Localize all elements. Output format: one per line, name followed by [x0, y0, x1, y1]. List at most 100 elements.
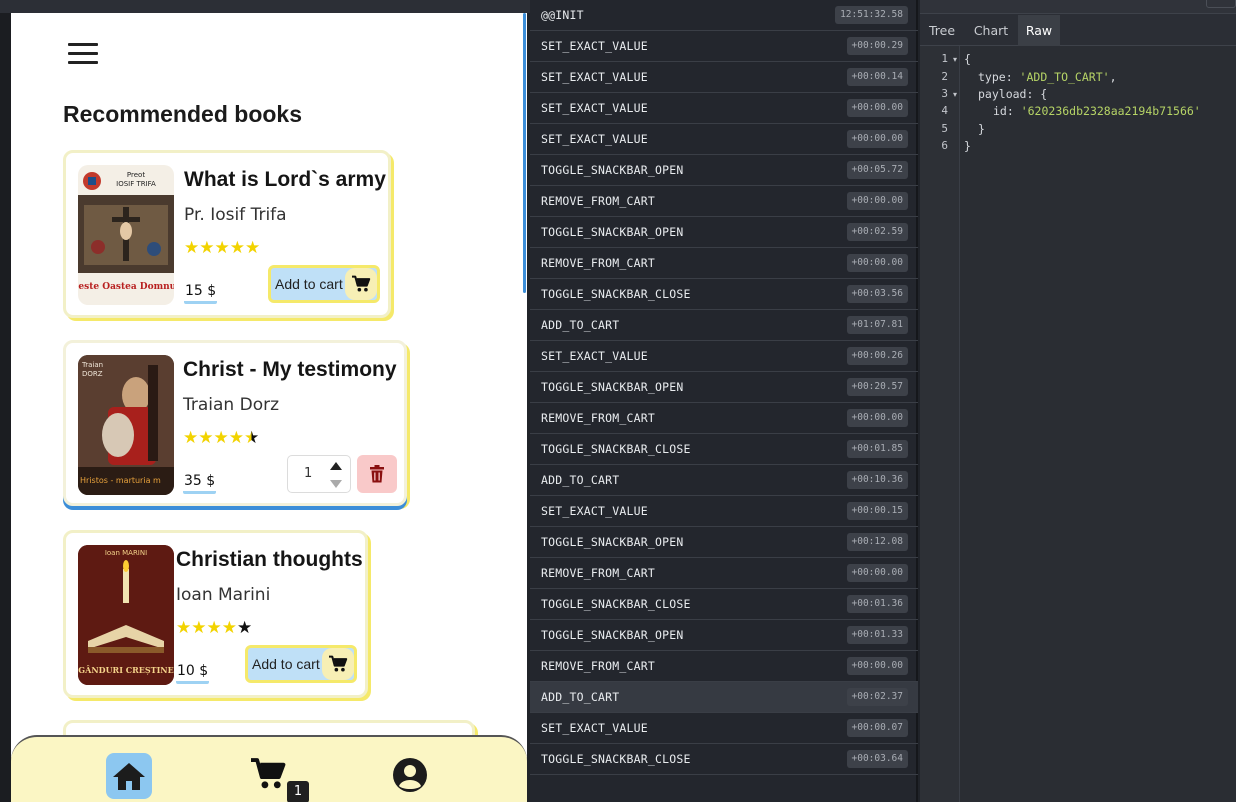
- tab-chart[interactable]: Chart: [966, 15, 1016, 46]
- star-icon: ★: [206, 618, 222, 638]
- action-row[interactable]: TOGGLE_SNACKBAR_OPEN +00:01.33: [530, 620, 918, 651]
- svg-text:Traian: Traian: [81, 361, 103, 369]
- tab-tree[interactable]: Tree: [920, 15, 964, 46]
- code-key: id:: [993, 104, 1021, 118]
- action-row[interactable]: TOGGLE_SNACKBAR_CLOSE +00:03.64: [530, 744, 918, 775]
- book-cover[interactable]: Preot IOSIF TRIFA Ce este Oastea Domnulu…: [78, 165, 174, 305]
- tab-raw[interactable]: Raw: [1018, 15, 1060, 46]
- remove-from-cart-button[interactable]: [357, 455, 397, 493]
- code-string: '620236db2328aa2194b71566': [1020, 104, 1201, 118]
- book-cover[interactable]: Ioan MARINI GÂNDURI CREȘTINE: [78, 545, 174, 685]
- add-to-cart-button[interactable]: Add to cart: [245, 645, 357, 683]
- action-row[interactable]: REMOVE_FROM_CART +00:00.00: [530, 558, 918, 589]
- add-to-cart-button[interactable]: Add to cart: [268, 265, 380, 303]
- action-row[interactable]: ADD_TO_CART +00:10.36: [530, 465, 918, 496]
- action-row[interactable]: @@INIT 12:51:32.58: [530, 0, 918, 31]
- action-row[interactable]: SET_EXACT_VALUE +00:00.26: [530, 341, 918, 372]
- action-row[interactable]: REMOVE_FROM_CART +00:00.00: [530, 651, 918, 682]
- cart-badge: 1: [287, 781, 309, 802]
- action-row[interactable]: TOGGLE_SNACKBAR_CLOSE +00:01.36: [530, 589, 918, 620]
- action-time-badge: +00:00.00: [846, 564, 908, 582]
- action-name: TOGGLE_SNACKBAR_CLOSE: [541, 442, 691, 456]
- action-time-badge: +00:00.26: [846, 347, 908, 365]
- star-icon: ★: [245, 238, 261, 258]
- book-price: 10 $: [176, 663, 210, 684]
- action-row[interactable]: ADD_TO_CART +00:02.37: [530, 682, 918, 713]
- star-icon: ★: [199, 238, 215, 258]
- increment-arrow-icon[interactable]: [330, 462, 342, 470]
- action-list: @@INIT 12:51:32.58 SET_EXACT_VALUE +00:00.2…: [530, 0, 918, 802]
- bottom-navigation: 1: [11, 735, 527, 802]
- action-row[interactable]: TOGGLE_SNACKBAR_OPEN +00:12.08: [530, 527, 918, 558]
- action-name: TOGGLE_SNACKBAR_OPEN: [541, 225, 684, 239]
- action-row[interactable]: ADD_TO_CART +01:07.81: [530, 310, 918, 341]
- action-row[interactable]: REMOVE_FROM_CART +00:00.00: [530, 186, 918, 217]
- panel-toggle-button[interactable]: [1206, 0, 1236, 8]
- menu-icon[interactable]: [68, 43, 98, 67]
- section-title: Recommended books: [63, 101, 302, 127]
- action-row[interactable]: TOGGLE_SNACKBAR_OPEN +00:20.57: [530, 372, 918, 403]
- action-name: TOGGLE_SNACKBAR_OPEN: [541, 380, 684, 394]
- panel-toolbar: [920, 0, 1236, 14]
- action-time-badge: +00:02.59: [846, 223, 908, 241]
- nav-cart-button[interactable]: [249, 757, 287, 795]
- action-row[interactable]: SET_EXACT_VALUE +00:00.07: [530, 713, 918, 744]
- action-row[interactable]: SET_EXACT_VALUE +00:00.00: [530, 93, 918, 124]
- nav-home-button[interactable]: [106, 753, 152, 799]
- quantity-stepper[interactable]: 1: [287, 455, 351, 493]
- star-icon: ★: [176, 618, 192, 638]
- action-name: REMOVE_FROM_CART: [541, 256, 655, 270]
- action-name: REMOVE_FROM_CART: [541, 566, 655, 580]
- line-number: 6: [941, 139, 948, 152]
- star-icon: ★: [184, 238, 200, 258]
- book-title[interactable]: Christian thoughts: [176, 548, 363, 572]
- app-scrollbar[interactable]: [523, 13, 526, 293]
- action-time-badge: +00:01.36: [846, 595, 908, 613]
- action-time-badge: +00:00.14: [846, 68, 908, 86]
- book-author: Ioan Marini: [176, 585, 271, 605]
- book-title[interactable]: What is Lord`s army: [184, 168, 386, 192]
- line-number: 4: [941, 104, 948, 117]
- svg-text:Preot: Preot: [127, 171, 145, 179]
- action-row[interactable]: TOGGLE_SNACKBAR_OPEN +00:02.59: [530, 217, 918, 248]
- svg-text:Ce este Oastea Domnului: Ce este Oastea Domnului: [78, 282, 174, 292]
- action-name: TOGGLE_SNACKBAR_CLOSE: [541, 597, 691, 611]
- action-row[interactable]: REMOVE_FROM_CART +00:00.00: [530, 403, 918, 434]
- nav-account-button[interactable]: [392, 757, 428, 797]
- action-row[interactable]: SET_EXACT_VALUE +00:00.14: [530, 62, 918, 93]
- book-card[interactable]: Ioan MARINI GÂNDURI CREȘTINE Christian t…: [63, 530, 368, 698]
- code-line: payload: {: [978, 87, 1047, 101]
- book-cover[interactable]: Traian DORZ Hristos - marturia m: [78, 355, 174, 495]
- code-token: }: [978, 122, 985, 136]
- action-name: SET_EXACT_VALUE: [541, 721, 648, 735]
- book-title[interactable]: Christ - My testimony: [183, 358, 397, 382]
- action-row[interactable]: SET_EXACT_VALUE +00:00.15: [530, 496, 918, 527]
- action-name: TOGGLE_SNACKBAR_CLOSE: [541, 287, 691, 301]
- action-row[interactable]: TOGGLE_SNACKBAR_OPEN +00:05.72: [530, 155, 918, 186]
- action-row[interactable]: TOGGLE_SNACKBAR_CLOSE +00:01.85: [530, 434, 918, 465]
- action-time-badge: +00:02.37: [846, 688, 908, 706]
- decrement-arrow-icon[interactable]: [330, 480, 342, 488]
- rating-stars: ★★★★★: [184, 238, 260, 258]
- cart-icon: [345, 268, 377, 300]
- action-row[interactable]: SET_EXACT_VALUE +00:00.29: [530, 31, 918, 62]
- raw-code-view[interactable]: 1 2 3 4 5 6 ▾ ▾ { type: 'ADD_TO_CART', p…: [920, 46, 1236, 802]
- action-row[interactable]: SET_EXACT_VALUE +00:00.00: [530, 124, 918, 155]
- cart-icon: [322, 648, 354, 680]
- fold-arrow-icon[interactable]: ▾: [953, 55, 957, 64]
- code-line: type: 'ADD_TO_CART',: [978, 70, 1117, 84]
- book-card[interactable]: Traian DORZ Hristos - marturia m Christ …: [63, 340, 407, 506]
- star-icon: ★: [228, 428, 244, 448]
- star-icon: ★: [229, 238, 245, 258]
- svg-text:GÂNDURI CREȘTINE: GÂNDURI CREȘTINE: [78, 665, 173, 675]
- action-row[interactable]: REMOVE_FROM_CART +00:00.00: [530, 248, 918, 279]
- fold-arrow-icon[interactable]: ▾: [953, 90, 957, 99]
- book-card[interactable]: Preot IOSIF TRIFA Ce este Oastea Domnulu…: [63, 150, 391, 318]
- action-name: REMOVE_FROM_CART: [541, 411, 655, 425]
- quantity-value[interactable]: 1: [304, 466, 312, 481]
- action-row[interactable]: TOGGLE_SNACKBAR_CLOSE +00:03.56: [530, 279, 918, 310]
- action-time-badge: +00:00.00: [846, 409, 908, 427]
- star-icon: ★: [191, 618, 207, 638]
- action-name: SET_EXACT_VALUE: [541, 349, 648, 363]
- trash-icon: [370, 465, 384, 483]
